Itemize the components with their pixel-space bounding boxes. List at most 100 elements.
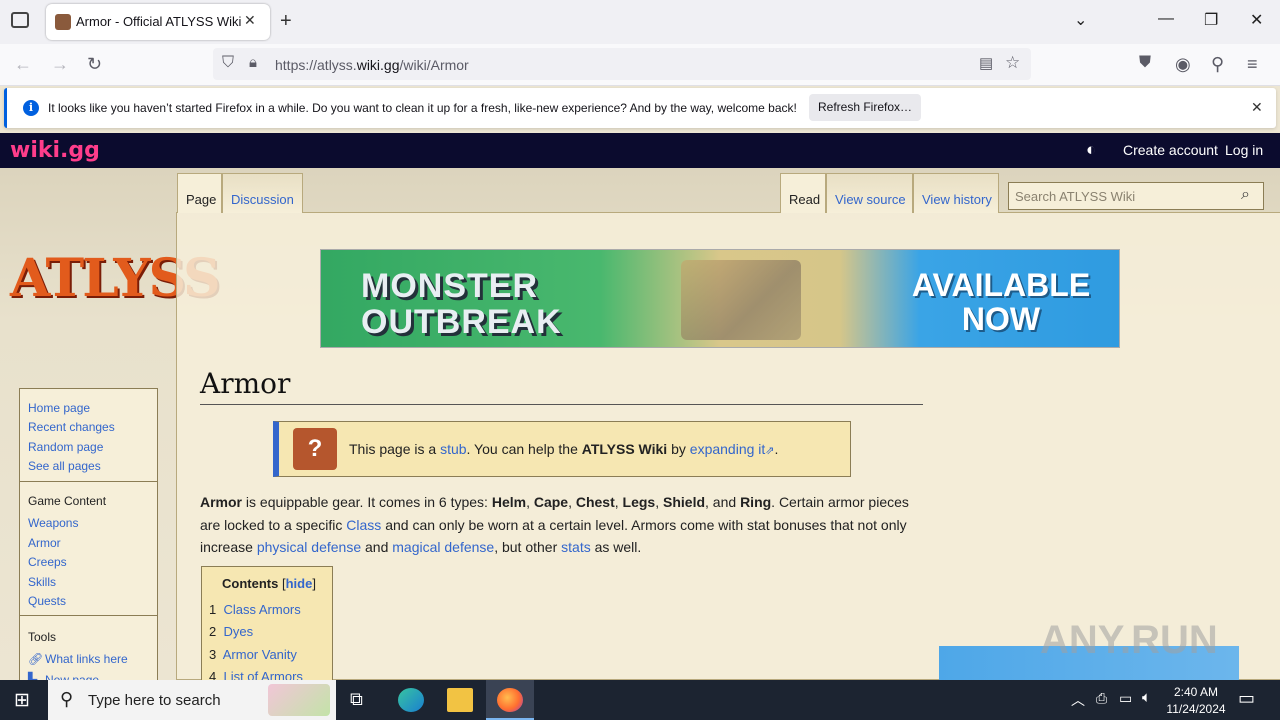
lock-icon[interactable]: 🔒︎ xyxy=(249,54,257,71)
tray-device-icon[interactable]: ⎙ xyxy=(1096,690,1107,707)
toc-item[interactable]: 2 Dyes xyxy=(209,624,253,639)
theme-toggle-icon[interactable]: ◐ xyxy=(1086,140,1096,160)
refresh-firefox-button[interactable]: Refresh Firefox… xyxy=(809,94,921,121)
sidebar-item-home[interactable]: Home page xyxy=(28,401,90,415)
window-close-icon[interactable]: ✕ xyxy=(1250,10,1263,30)
forward-icon[interactable]: → xyxy=(51,54,69,75)
task-view-icon[interactable]: ⧉ xyxy=(350,689,363,710)
sidebar-divider xyxy=(20,481,157,482)
network-icon[interactable]: ▭ xyxy=(1119,690,1132,707)
tab-close-icon[interactable]: ✕ xyxy=(244,12,256,29)
firefox-icon xyxy=(497,688,523,712)
link-icon: 🔗︎ xyxy=(28,652,44,666)
back-icon[interactable]: ← xyxy=(14,54,32,75)
tab-discussion-label: Discussion xyxy=(231,192,294,207)
pocket-icon[interactable]: ⛊ xyxy=(1139,54,1151,72)
browser-tab[interactable]: Armor - Official ATLYSS Wiki ✕ xyxy=(46,4,270,40)
toc-title: Contents [hide] xyxy=(222,576,316,591)
tab-page[interactable]: Page xyxy=(177,173,222,213)
edge-icon[interactable] xyxy=(398,688,424,712)
tab-view-history[interactable]: View history xyxy=(913,173,999,213)
clock-date: 11/24/2024 xyxy=(1166,702,1226,716)
sidebar-item-skills[interactable]: Skills xyxy=(28,575,56,589)
info-icon: i xyxy=(23,100,39,116)
wikigg-logo[interactable]: wiki.gg xyxy=(10,138,100,163)
reader-view-icon[interactable]: ▤ xyxy=(979,54,993,72)
tab-list-icon[interactable] xyxy=(11,12,29,28)
intro-paragraph: Armor is equippable gear. It comes in 6 … xyxy=(200,494,909,555)
sidebar-item-creeps[interactable]: Creeps xyxy=(28,555,67,569)
physical-defense-link[interactable]: physical defense xyxy=(257,539,361,555)
tab-title: Armor - Official ATLYSS Wiki xyxy=(76,14,242,29)
shield-icon[interactable]: ⛉ xyxy=(222,54,234,72)
bookmark-star-icon[interactable]: ☆ xyxy=(1005,53,1020,73)
tab-favicon-icon xyxy=(55,14,71,30)
ad-banner[interactable]: MONSTER OUTBREAK AVAILABLE NOW xyxy=(320,249,1120,348)
expanding-it-link[interactable]: expanding it xyxy=(690,441,766,457)
taskbar-search-box[interactable]: ⚲ Type here to search xyxy=(48,680,336,720)
class-link[interactable]: Class xyxy=(346,517,381,533)
sidebar-item-random-page[interactable]: Random page xyxy=(28,440,103,454)
sidebar: Home page Recent changes Random page See… xyxy=(19,388,158,688)
reload-icon[interactable]: ↻ xyxy=(87,54,102,75)
sidebar-heading-game: Game Content xyxy=(28,494,107,508)
sidebar-item-quests[interactable]: Quests xyxy=(28,594,66,608)
sidebar-item-what-links-here[interactable]: What links here xyxy=(45,652,128,666)
title-underline xyxy=(200,404,923,405)
stub-link[interactable]: stub xyxy=(440,441,466,457)
search-placeholder: Search ATLYSS Wiki xyxy=(1015,189,1136,204)
page-title: Armor xyxy=(200,367,291,400)
stub-text: This page is a stub. You can help the AT… xyxy=(349,441,779,457)
notification-close-icon[interactable]: ✕ xyxy=(1251,99,1263,116)
extensions-icon[interactable]: ⚲ xyxy=(1211,54,1224,75)
minimize-icon[interactable]: — xyxy=(1158,10,1174,28)
restore-icon[interactable]: ❐ xyxy=(1204,10,1218,30)
sidebar-item-armor[interactable]: Armor xyxy=(28,536,61,550)
stats-link[interactable]: stats xyxy=(561,539,591,555)
stub-notice: ? This page is a stub. You can help the … xyxy=(273,421,851,477)
clock-time: 2:40 AM xyxy=(1173,685,1219,699)
firefox-taskbar-item[interactable] xyxy=(486,680,534,720)
tab-overflow-chevron-icon[interactable]: ⌄ xyxy=(1074,10,1087,30)
magical-defense-link[interactable]: magical defense xyxy=(392,539,494,555)
anyrun-watermark: ANY.RUN xyxy=(1040,618,1218,662)
new-tab-icon[interactable]: + xyxy=(280,10,292,33)
toc-item[interactable]: 3 Armor Vanity xyxy=(209,647,297,662)
taskbar-search-placeholder: Type here to search xyxy=(88,692,221,709)
search-icon[interactable]: ⌕ xyxy=(1241,186,1250,204)
create-account-link[interactable]: Create account xyxy=(1123,142,1218,158)
navigation-toolbar: ← → ↻ ⛉ 🔒︎ https://atlyss.wiki.gg/wiki/A… xyxy=(0,44,1280,86)
sidebar-divider xyxy=(20,615,157,616)
url-text[interactable]: https://atlyss.wiki.gg/wiki/Armor xyxy=(275,57,469,73)
stub-book-icon: ? xyxy=(293,428,337,470)
search-highlight-image xyxy=(268,684,330,716)
tab-read[interactable]: Read xyxy=(780,173,826,213)
menu-icon[interactable]: ≡ xyxy=(1247,54,1258,75)
tab-view-history-label: View history xyxy=(922,192,992,207)
notifications-icon[interactable]: ▭ xyxy=(1238,688,1255,709)
windows-start-icon[interactable]: ⊞ xyxy=(14,689,30,712)
volume-icon[interactable]: 🔈︎ xyxy=(1142,689,1151,706)
tab-view-source[interactable]: View source xyxy=(826,173,913,213)
tab-discussion[interactable]: Discussion xyxy=(222,173,303,213)
wiki-search-input[interactable]: Search ATLYSS Wiki ⌕ xyxy=(1008,182,1264,210)
address-bar[interactable]: ⛉ 🔒︎ https://atlyss.wiki.gg/wiki/Armor ▤… xyxy=(213,48,1031,80)
file-explorer-icon[interactable] xyxy=(447,688,473,712)
login-link[interactable]: Log in xyxy=(1225,142,1263,158)
banner-right-text: AVAILABLE NOW xyxy=(911,267,1091,337)
banner-character-image xyxy=(681,260,801,340)
tab-page-label: Page xyxy=(186,192,217,207)
sidebar-item-weapons[interactable]: Weapons xyxy=(28,516,78,530)
tray-chevron-icon[interactable]: ︿ xyxy=(1071,690,1085,710)
account-icon[interactable]: ◉ xyxy=(1175,54,1191,75)
toc-item[interactable]: 1 Class Armors xyxy=(209,602,301,617)
sidebar-item-all-pages[interactable]: See all pages xyxy=(28,459,101,473)
refresh-notification-bar: i It looks like you haven’t started Fire… xyxy=(4,88,1276,128)
windows-taskbar: ⊞ ⚲ Type here to search ⧉ ︿ ⎙ ▭ 🔈︎ 2:40 … xyxy=(0,680,1280,720)
taskbar-clock[interactable]: 2:40 AM 11/24/2024 xyxy=(1164,684,1228,718)
wikigg-header: wiki.gg ◐ Create account Log in xyxy=(0,133,1280,168)
banner-left-text: MONSTER OUTBREAK xyxy=(361,267,562,341)
sidebar-item-recent-changes[interactable]: Recent changes xyxy=(28,420,115,434)
tab-read-label: Read xyxy=(789,192,821,207)
toc-hide-link[interactable]: hide xyxy=(286,576,313,591)
